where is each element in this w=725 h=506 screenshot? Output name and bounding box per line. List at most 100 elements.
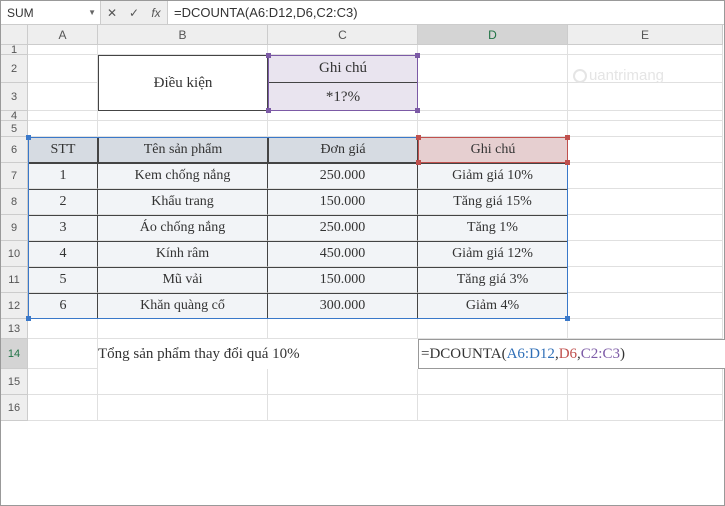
cell-C4[interactable] xyxy=(268,111,418,121)
cell-D1[interactable] xyxy=(418,45,568,55)
cell-E4[interactable] xyxy=(568,111,723,121)
row-header-10[interactable]: 10 xyxy=(1,241,27,267)
row-header-5[interactable]: 5 xyxy=(1,121,27,137)
table-cell-r4-C[interactable]: 450.000 xyxy=(268,241,418,267)
table-cell-r2-D[interactable]: Tăng giá 15% xyxy=(418,189,568,215)
table-cell-r3-B[interactable]: Áo chống nắng xyxy=(98,215,268,241)
row-header-2[interactable]: 2 xyxy=(1,55,27,83)
cell-E1[interactable] xyxy=(568,45,723,55)
table-cell-r2-B[interactable]: Khẩu trang xyxy=(98,189,268,215)
table-cell-r3-C[interactable]: 250.000 xyxy=(268,215,418,241)
formula-bar[interactable]: =DCOUNTA(A6:D12,D6,C2:C3) xyxy=(168,1,724,24)
cell-B5[interactable] xyxy=(98,121,268,137)
column-header-D[interactable]: D xyxy=(418,25,568,44)
cell-C13[interactable] xyxy=(268,319,418,339)
cell-E2[interactable] xyxy=(568,55,723,83)
cell-E9[interactable] xyxy=(568,215,723,241)
table-header-B[interactable]: Tên sản phẩm xyxy=(98,137,268,163)
cell-E10[interactable] xyxy=(568,241,723,267)
cell-B1[interactable] xyxy=(98,45,268,55)
table-cell-r5-A[interactable]: 5 xyxy=(28,267,98,293)
fx-button[interactable]: fx xyxy=(145,6,167,20)
cell-B16[interactable] xyxy=(98,395,268,421)
column-header-A[interactable]: A xyxy=(28,25,98,44)
table-cell-r2-A[interactable]: 2 xyxy=(28,189,98,215)
cell-A3[interactable] xyxy=(28,83,98,111)
cell-D13[interactable] xyxy=(418,319,568,339)
cell-C5[interactable] xyxy=(268,121,418,137)
table-cell-r6-C[interactable]: 300.000 xyxy=(268,293,418,319)
cell-B15[interactable] xyxy=(98,369,268,395)
table-cell-r1-C[interactable]: 250.000 xyxy=(268,163,418,189)
table-cell-r1-A[interactable]: 1 xyxy=(28,163,98,189)
table-header-A[interactable]: STT xyxy=(28,137,98,163)
cell-D3[interactable] xyxy=(418,83,568,111)
cell-E11[interactable] xyxy=(568,267,723,293)
cancel-button[interactable]: ✕ xyxy=(101,6,123,20)
cell-B3[interactable] xyxy=(98,83,268,111)
table-cell-r5-D[interactable]: Tăng giá 3% xyxy=(418,267,568,293)
cell-D2[interactable] xyxy=(418,55,568,83)
row-header-4[interactable]: 4 xyxy=(1,111,27,121)
active-editing-cell[interactable]: =DCOUNTA(A6:D12,D6,C2:C3) xyxy=(418,339,725,369)
cell-A16[interactable] xyxy=(28,395,98,421)
cell-A1[interactable] xyxy=(28,45,98,55)
table-cell-r1-B[interactable]: Kem chống nắng xyxy=(98,163,268,189)
cell-E16[interactable] xyxy=(568,395,723,421)
cell-B4[interactable] xyxy=(98,111,268,121)
cell-A13[interactable] xyxy=(28,319,98,339)
cell-A15[interactable] xyxy=(28,369,98,395)
name-box-dropdown-icon[interactable]: ▼ xyxy=(88,8,96,17)
cell-E7[interactable] xyxy=(568,163,723,189)
table-cell-r4-A[interactable]: 4 xyxy=(28,241,98,267)
table-cell-r5-C[interactable]: 150.000 xyxy=(268,267,418,293)
summary-label[interactable]: Tổng sản phẩm thay đổi quá 10% xyxy=(98,339,418,369)
row-header-15[interactable]: 15 xyxy=(1,369,27,395)
cell-E12[interactable] xyxy=(568,293,723,319)
table-header-C[interactable]: Đơn giá xyxy=(268,137,418,163)
row-header-14[interactable]: 14 xyxy=(1,339,27,369)
cell-C1[interactable] xyxy=(268,45,418,55)
cell-E3[interactable] xyxy=(568,83,723,111)
cells-area[interactable]: Điều kiệnGhi chú*1?%STTTên sản phẩmĐơn g… xyxy=(28,45,723,421)
cell-D4[interactable] xyxy=(418,111,568,121)
column-header-B[interactable]: B xyxy=(98,25,268,44)
table-cell-r6-A[interactable]: 6 xyxy=(28,293,98,319)
table-cell-r4-B[interactable]: Kính râm xyxy=(98,241,268,267)
table-cell-r1-D[interactable]: Giảm giá 10% xyxy=(418,163,568,189)
criteria-header-cell[interactable]: Ghi chú xyxy=(269,55,417,83)
cell-D15[interactable] xyxy=(418,369,568,395)
cell-E8[interactable] xyxy=(568,189,723,215)
cell-B2[interactable] xyxy=(98,55,268,83)
criteria-value-cell[interactable]: *1?% xyxy=(269,83,417,111)
cell-C15[interactable] xyxy=(268,369,418,395)
row-header-11[interactable]: 11 xyxy=(1,267,27,293)
select-all-corner[interactable] xyxy=(1,25,28,45)
row-header-1[interactable]: 1 xyxy=(1,45,27,55)
cell-D16[interactable] xyxy=(418,395,568,421)
table-cell-r3-D[interactable]: Tăng 1% xyxy=(418,215,568,241)
column-header-E[interactable]: E xyxy=(568,25,723,44)
row-header-16[interactable]: 16 xyxy=(1,395,27,421)
cell-D5[interactable] xyxy=(418,121,568,137)
name-box[interactable]: SUM ▼ xyxy=(1,1,101,24)
cell-A2[interactable] xyxy=(28,55,98,83)
row-header-12[interactable]: 12 xyxy=(1,293,27,319)
cell-E15[interactable] xyxy=(568,369,723,395)
cell-A14[interactable] xyxy=(28,339,98,369)
table-cell-r6-B[interactable]: Khăn quàng cổ xyxy=(98,293,268,319)
table-cell-r6-D[interactable]: Giảm 4% xyxy=(418,293,568,319)
row-header-6[interactable]: 6 xyxy=(1,137,27,163)
cell-C16[interactable] xyxy=(268,395,418,421)
table-cell-r3-A[interactable]: 3 xyxy=(28,215,98,241)
column-header-C[interactable]: C xyxy=(268,25,418,44)
cell-E5[interactable] xyxy=(568,121,723,137)
cell-A5[interactable] xyxy=(28,121,98,137)
table-cell-r4-D[interactable]: Giảm giá 12% xyxy=(418,241,568,267)
row-header-7[interactable]: 7 xyxy=(1,163,27,189)
enter-button[interactable]: ✓ xyxy=(123,6,145,20)
cell-B13[interactable] xyxy=(98,319,268,339)
row-header-13[interactable]: 13 xyxy=(1,319,27,339)
table-cell-r2-C[interactable]: 150.000 xyxy=(268,189,418,215)
row-header-8[interactable]: 8 xyxy=(1,189,27,215)
